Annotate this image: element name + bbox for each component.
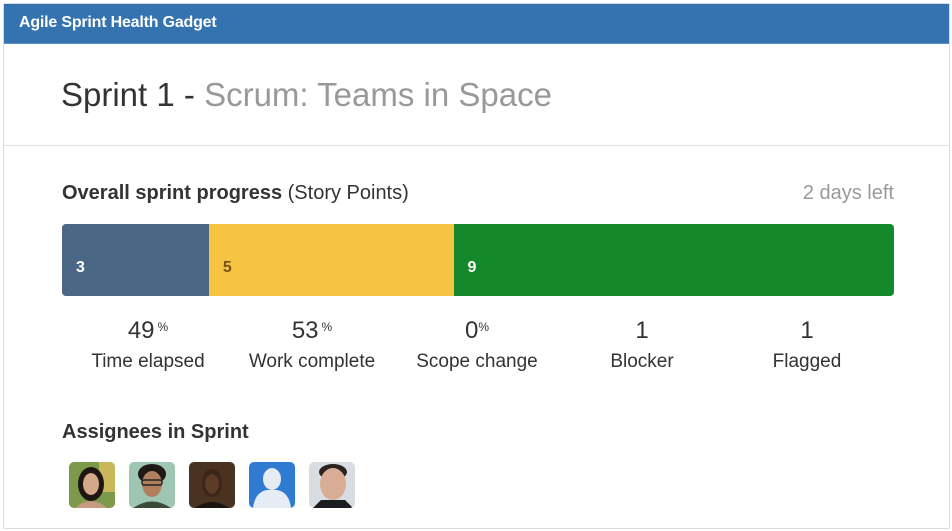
segment-todo-value: 3 xyxy=(76,259,85,276)
progress-title: Overall sprint progress (Story Points) xyxy=(62,182,409,205)
stat-work-complete: 53% Work complete xyxy=(222,316,402,373)
progress-title-bold: Overall sprint progress xyxy=(62,182,283,204)
gadget-title: Agile Sprint Health Gadget xyxy=(19,14,217,31)
board-name[interactable]: Scrum: Teams in Space xyxy=(204,76,552,113)
stat-scope-change: 0% Scope change xyxy=(387,316,567,373)
segment-in-progress[interactable]: 5 xyxy=(208,224,454,296)
stat-value: 1 xyxy=(635,317,649,344)
stat-flagged[interactable]: 1 Flagged xyxy=(717,316,897,373)
user-avatar-photo-icon xyxy=(129,462,175,508)
stat-label: Work complete xyxy=(248,351,376,372)
avatar[interactable] xyxy=(189,462,235,508)
stat-value: 53 xyxy=(291,317,319,344)
progress-title-suffix: (Story Points) xyxy=(282,182,409,204)
stat-value: 49 xyxy=(127,317,155,344)
segment-todo[interactable]: 3 xyxy=(62,224,209,296)
user-avatar-photo-icon xyxy=(309,462,355,508)
segment-in-progress-value: 5 xyxy=(222,259,232,276)
user-avatar-photo-icon xyxy=(189,462,235,508)
avatar[interactable] xyxy=(69,462,115,508)
assignees-title: Assignees in Sprint xyxy=(62,421,249,443)
avatar[interactable] xyxy=(309,462,355,508)
stat-label: Time elapsed xyxy=(91,351,205,372)
sprint-progress-bar: 3 5 9 xyxy=(62,224,894,296)
stat-blocker[interactable]: 1 Blocker xyxy=(552,316,732,373)
stat-time-elapsed: 49% Time elapsed xyxy=(58,316,238,373)
divider xyxy=(4,145,949,146)
stat-unit: % xyxy=(321,320,333,334)
stat-unit: % xyxy=(478,320,490,334)
user-avatar-photo-icon xyxy=(69,462,115,508)
stat-label: Blocker xyxy=(610,351,674,372)
stat-unit: % xyxy=(157,320,169,334)
sprint-stats: 49% Time elapsed 53% Work complete 0% Sc… xyxy=(62,316,890,386)
avatar[interactable] xyxy=(129,462,175,508)
segment-done-value: 9 xyxy=(467,259,477,276)
stat-label: Scope change xyxy=(416,351,538,372)
sprint-heading: Sprint 1 - Scrum: Teams in Space xyxy=(61,76,552,114)
gadget-header: Agile Sprint Health Gadget xyxy=(4,4,949,44)
sprint-health-gadget: Agile Sprint Health Gadget Sprint 1 - Sc… xyxy=(3,3,950,529)
avatar[interactable] xyxy=(249,462,295,508)
days-left: 2 days left xyxy=(802,182,894,204)
segment-done[interactable]: 9 xyxy=(453,224,894,296)
sprint-name[interactable]: Sprint 1 - xyxy=(61,76,204,113)
default-user-avatar-icon xyxy=(249,462,295,508)
stat-value: 1 xyxy=(800,317,814,344)
stat-label: Flagged xyxy=(772,351,842,372)
stat-value: 0 xyxy=(464,317,479,344)
